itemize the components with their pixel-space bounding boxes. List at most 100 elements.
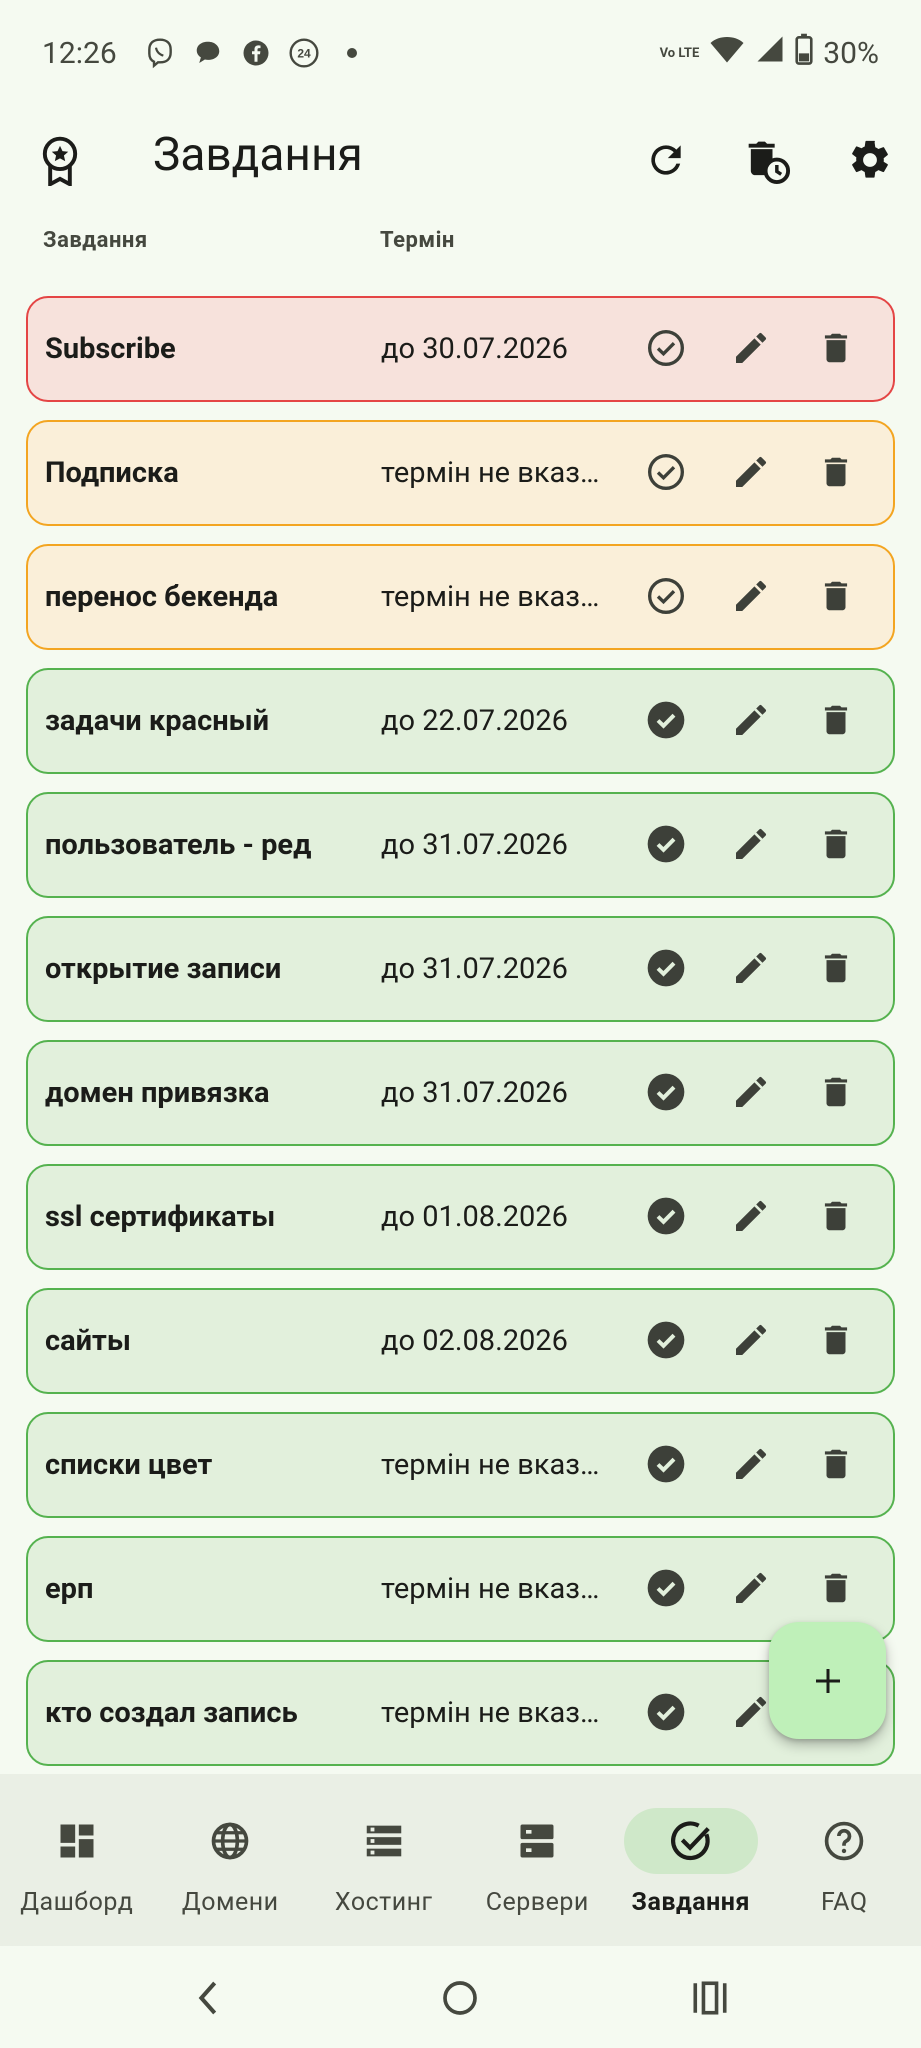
edit-task-button[interactable] bbox=[727, 1564, 775, 1612]
task-name: домен привязка bbox=[45, 1076, 270, 1110]
add-task-button[interactable] bbox=[769, 1622, 886, 1739]
task-row[interactable]: списки цвет термін не вказано bbox=[26, 1412, 895, 1518]
task-name: Subscribe bbox=[45, 332, 176, 366]
edit-task-button[interactable] bbox=[727, 572, 775, 620]
edit-task-button[interactable] bbox=[727, 696, 775, 744]
task-completed-toggle[interactable] bbox=[642, 944, 690, 992]
settings-button[interactable] bbox=[842, 132, 898, 188]
check-circle-filled-icon bbox=[646, 1072, 686, 1112]
delete-task-button[interactable] bbox=[812, 1564, 860, 1612]
task-deadline: термін не вказано bbox=[381, 1572, 601, 1606]
task-row[interactable]: Subscribe до 30.07.2026 bbox=[26, 296, 895, 402]
pencil-icon bbox=[731, 700, 771, 740]
edit-task-button[interactable] bbox=[727, 448, 775, 496]
task-name: ерп bbox=[45, 1572, 94, 1606]
check-circle-outline-icon bbox=[646, 576, 686, 616]
mark-complete-button[interactable] bbox=[642, 324, 690, 372]
pencil-icon bbox=[731, 452, 771, 492]
task-completed-toggle[interactable] bbox=[642, 1564, 690, 1612]
edit-task-button[interactable] bbox=[727, 820, 775, 868]
nav-item-6[interactable]: FAQ bbox=[768, 1774, 921, 1946]
task-name: списки цвет bbox=[45, 1448, 213, 1482]
delete-task-button[interactable] bbox=[812, 1440, 860, 1488]
task-row[interactable]: ssl сертификаты до 01.08.2026 bbox=[26, 1164, 895, 1270]
task-name: пользователь - ред bbox=[45, 828, 312, 862]
delete-task-button[interactable] bbox=[812, 448, 860, 496]
delete-task-button[interactable] bbox=[812, 1316, 860, 1364]
nav-item-5[interactable]: Завдання bbox=[614, 1774, 768, 1946]
refresh-icon bbox=[651, 145, 681, 175]
edit-task-button[interactable] bbox=[727, 1068, 775, 1116]
delete-task-button[interactable] bbox=[812, 1192, 860, 1240]
trash-icon bbox=[817, 452, 855, 492]
edit-task-button[interactable] bbox=[727, 1688, 775, 1736]
nav-item-label: FAQ bbox=[820, 1888, 868, 1917]
task-deadline: до 31.07.2026 bbox=[381, 952, 568, 986]
check-circle-filled-icon bbox=[646, 1444, 686, 1484]
task-check-icon bbox=[623, 1808, 758, 1874]
task-row[interactable]: пользователь - ред до 31.07.2026 bbox=[26, 792, 895, 898]
trash-icon bbox=[817, 1444, 855, 1484]
nav-item-1[interactable]: Дашборд bbox=[0, 1774, 154, 1946]
task-row[interactable]: домен привязка до 31.07.2026 bbox=[26, 1040, 895, 1146]
check-circle-outline-icon bbox=[646, 452, 686, 492]
task-deadline: термін не вказано bbox=[381, 456, 601, 490]
wifi-icon bbox=[709, 34, 745, 72]
trash-icon bbox=[817, 700, 855, 740]
delete-task-button[interactable] bbox=[812, 820, 860, 868]
back-button[interactable] bbox=[186, 1976, 230, 2020]
status-bar: 12:26 24 Vo LTE 30% bbox=[0, 0, 921, 106]
delete-task-button[interactable] bbox=[812, 1068, 860, 1116]
nav-item-4[interactable]: Сервери bbox=[461, 1774, 615, 1946]
home-button[interactable] bbox=[438, 1976, 482, 2020]
delete-task-button[interactable] bbox=[812, 696, 860, 744]
mark-complete-button[interactable] bbox=[642, 448, 690, 496]
task-row[interactable]: перенос бекенда термін не вказано bbox=[26, 544, 895, 650]
task-row[interactable]: ерп термін не вказано bbox=[26, 1536, 895, 1642]
task-row[interactable]: кто создал запись термін не вказано bbox=[26, 1660, 895, 1766]
task-completed-toggle[interactable] bbox=[642, 1068, 690, 1116]
nav-item-2[interactable]: Домени bbox=[154, 1774, 308, 1946]
system-navigation-bar bbox=[0, 1946, 921, 2048]
delete-history-button[interactable] bbox=[738, 132, 794, 188]
delete-task-button[interactable] bbox=[812, 944, 860, 992]
facebook-icon bbox=[239, 36, 273, 70]
edit-task-button[interactable] bbox=[727, 944, 775, 992]
delete-task-button[interactable] bbox=[812, 572, 860, 620]
pencil-icon bbox=[731, 1692, 771, 1732]
news24-icon: 24 bbox=[287, 36, 321, 70]
edit-task-button[interactable] bbox=[727, 1192, 775, 1240]
task-deadline: до 31.07.2026 bbox=[381, 1076, 568, 1110]
task-completed-toggle[interactable] bbox=[642, 1192, 690, 1240]
battery-percent: 30% bbox=[823, 35, 879, 71]
mark-complete-button[interactable] bbox=[642, 572, 690, 620]
nav-item-label: Дашборд bbox=[20, 1888, 134, 1917]
recents-button[interactable] bbox=[688, 1976, 732, 2020]
pencil-icon bbox=[731, 1444, 771, 1484]
refresh-button[interactable] bbox=[638, 132, 694, 188]
home-icon bbox=[443, 1981, 477, 2015]
task-row[interactable]: задачи красный до 22.07.2026 bbox=[26, 668, 895, 774]
task-completed-toggle[interactable] bbox=[642, 696, 690, 744]
task-list: Subscribe до 30.07.2026 Подписка термін не … bbox=[26, 296, 895, 1784]
task-row[interactable]: сайты до 02.08.2026 bbox=[26, 1288, 895, 1394]
edit-task-button[interactable] bbox=[727, 1316, 775, 1364]
task-deadline: до 22.07.2026 bbox=[381, 704, 568, 738]
edit-task-button[interactable] bbox=[727, 324, 775, 372]
pencil-icon bbox=[731, 824, 771, 864]
trash-icon bbox=[817, 328, 855, 368]
task-row[interactable]: открытие записи до 31.07.2026 bbox=[26, 916, 895, 1022]
task-completed-toggle[interactable] bbox=[642, 1440, 690, 1488]
task-completed-toggle[interactable] bbox=[642, 1316, 690, 1364]
nav-item-label: Сервери bbox=[485, 1888, 589, 1917]
task-row[interactable]: Подписка термін не вказано bbox=[26, 420, 895, 526]
delete-task-button[interactable] bbox=[812, 324, 860, 372]
edit-task-button[interactable] bbox=[727, 1440, 775, 1488]
nav-item-3[interactable]: Хостинг bbox=[307, 1774, 461, 1946]
task-completed-toggle[interactable] bbox=[642, 1688, 690, 1736]
task-completed-toggle[interactable] bbox=[642, 820, 690, 868]
task-name: Подписка bbox=[45, 456, 179, 490]
page-title: Завдання bbox=[153, 128, 363, 182]
app-bar: Завдання bbox=[0, 106, 921, 212]
task-deadline: термін не вказано bbox=[381, 1448, 601, 1482]
